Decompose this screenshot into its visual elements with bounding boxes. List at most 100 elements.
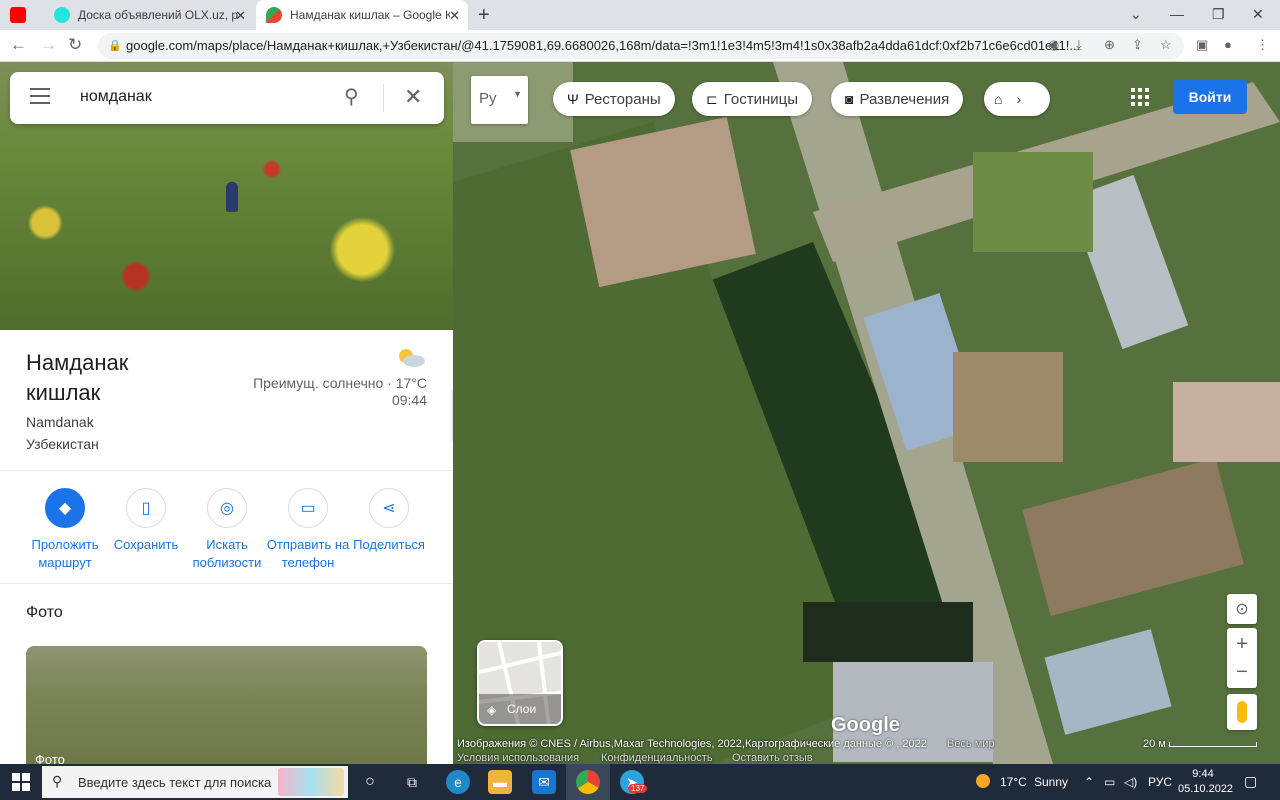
send-to-phone-button[interactable]: ▭ Отправить на телефон	[265, 488, 351, 572]
new-tab-button[interactable]: +	[478, 4, 490, 27]
divider	[0, 583, 453, 584]
world-link[interactable]: Весь мир	[947, 738, 995, 750]
directions-icon: ◆	[45, 488, 85, 528]
minimize-icon[interactable]: —	[1170, 6, 1184, 22]
youtube-icon	[10, 7, 26, 23]
language-selector[interactable]: Ру ▼	[471, 76, 528, 124]
language-label: Ру	[479, 90, 497, 107]
mail-icon[interactable]: ✉	[532, 770, 556, 794]
privacy-link[interactable]: Конфиденциальность	[601, 752, 713, 764]
directions-button[interactable]: ◆ Проложить маршрут	[22, 488, 108, 572]
close-tab-icon[interactable]: ✕	[235, 8, 246, 24]
place-panel: номданак ⚲ ✕ Намданак кишлак Namdanak Уз…	[0, 62, 453, 764]
windows-start-icon[interactable]	[12, 773, 30, 791]
location-icon[interactable]: ◉	[1048, 37, 1059, 53]
zoom-in-icon[interactable]: +	[1236, 630, 1248, 658]
weather-time: 09:44	[391, 392, 427, 408]
pegman-icon	[1237, 701, 1247, 723]
zoom-icon[interactable]: ⊕	[1104, 37, 1115, 53]
volume-icon[interactable]: ◁)	[1124, 775, 1137, 789]
search-nearby-button[interactable]: ◎ Искать поблизости	[184, 488, 270, 572]
feedback-link[interactable]: Оставить отзыв	[732, 752, 813, 764]
file-explorer-icon[interactable]: ▬	[488, 770, 512, 794]
weather-text: Преимущ. солнечно · 17°C	[253, 375, 427, 391]
tray-language[interactable]: РУС	[1148, 775, 1172, 789]
task-view-icon[interactable]: ⧉	[400, 770, 424, 794]
restore-icon[interactable]: ❐	[1212, 6, 1225, 23]
taskbar-clock[interactable]: 9:44 05.10.2022	[1178, 767, 1234, 797]
chevron-down-icon: ▼	[513, 89, 522, 99]
apps-grid-icon[interactable]	[1131, 88, 1149, 106]
back-icon[interactable]: ←	[10, 35, 27, 55]
save-button[interactable]: ▯ Сохранить	[103, 488, 189, 554]
place-country: Узбекистан	[26, 436, 99, 452]
share-icon[interactable]: ⇪	[1132, 37, 1143, 53]
photos-header: Фото	[26, 604, 63, 621]
tab-youtube[interactable]	[0, 0, 40, 30]
menu-dots-icon[interactable]: ⋮	[1256, 37, 1269, 53]
chip-label: Гостиницы	[723, 90, 798, 108]
sidepanel-icon[interactable]: ▣	[1196, 37, 1208, 53]
olx-icon	[54, 7, 70, 23]
google-maps-icon	[266, 7, 282, 23]
tray-weather[interactable]: Sunny	[1034, 775, 1068, 789]
layers-button[interactable]: ◈ Слои	[477, 640, 563, 726]
divider	[0, 470, 453, 471]
photo-thumbnail[interactable]: Фото	[26, 646, 427, 764]
tab-olx[interactable]: Доска объявлений OLX.uz, рабо ✕	[44, 0, 254, 30]
clock-date: 05.10.2022	[1178, 783, 1234, 795]
share-button[interactable]: ⋖ Поделиться	[346, 488, 432, 554]
terms-link[interactable]: Условия использования	[457, 752, 579, 764]
taskbar-search-placeholder: Введите здесь текст для поиска	[78, 775, 272, 790]
cortana-icon[interactable]: ○	[358, 770, 382, 794]
street-view-pegman[interactable]	[1227, 694, 1257, 730]
tab-title: Доска объявлений OLX.uz, рабо	[78, 8, 238, 22]
close-window-icon[interactable]: ✕	[1252, 6, 1264, 23]
address-bar[interactable]: 🔒 google.com/maps/place/Намданак+кишлак,…	[98, 33, 1184, 59]
partly-sunny-icon	[399, 349, 425, 367]
install-icon[interactable]: ⤓	[1076, 37, 1082, 53]
url-text: google.com/maps/place/Намданак+кишлак,+У…	[126, 38, 1081, 53]
nearby-icon: ◎	[207, 488, 247, 528]
tray-temperature[interactable]: 17°C	[1000, 775, 1027, 789]
imagery-attribution: Изображения © CNES / Airbus,Maxar Techno…	[457, 738, 927, 750]
edge-icon[interactable]: e	[446, 770, 470, 794]
chrome-icon[interactable]	[576, 770, 600, 794]
chip-hotels[interactable]: ⊏ Гостиницы	[692, 82, 812, 116]
chip-restaurants[interactable]: Ψ Рестораны	[553, 82, 675, 116]
chip-entertainment[interactable]: ◙ Развлечения	[831, 82, 964, 116]
reload-icon[interactable]: ↻	[68, 35, 82, 55]
search-icon[interactable]: ⚲	[344, 84, 359, 109]
close-tab-icon[interactable]: ✕	[449, 8, 460, 24]
tab-search-icon[interactable]: ⌄	[1130, 6, 1142, 23]
tab-google-maps[interactable]: Намданак кишлак – Google Карт ✕	[256, 0, 468, 30]
notifications-icon[interactable]: ▢	[1244, 773, 1257, 790]
share-icon: ⋖	[369, 488, 409, 528]
scale-label[interactable]: 20 м	[1143, 738, 1166, 750]
layers-stack-icon: ◈	[487, 703, 497, 717]
fork-knife-icon: Ψ	[567, 91, 579, 107]
search-highlight-image	[278, 768, 344, 796]
chip-more[interactable]: ⌂ ›	[984, 82, 1050, 116]
zoom-out-icon[interactable]: −	[1236, 658, 1248, 686]
close-icon[interactable]: ✕	[404, 84, 422, 110]
search-input[interactable]: номданак	[80, 88, 152, 106]
windows-taskbar: ⚲ Введите здесь текст для поиска ○ ⧉ e ▬…	[0, 764, 1280, 800]
hamburger-menu-icon[interactable]	[30, 88, 50, 106]
chevron-right-icon[interactable]: ›	[1016, 91, 1021, 107]
browser-toolbar: ← → ↻ 🔒 google.com/maps/place/Намданак+к…	[0, 30, 1280, 62]
bookmark-star-icon[interactable]: ☆	[1160, 37, 1172, 53]
taskbar-search[interactable]: ⚲ Введите здесь текст для поиска	[42, 766, 348, 798]
save-label: Сохранить	[113, 537, 179, 552]
my-location-button[interactable]: ⊙	[1227, 594, 1257, 624]
satellite-map[interactable]: Ру ▼ Ψ Рестораны ⊏ Гостиницы ◙ Развлечен…	[453, 62, 1280, 764]
profile-icon[interactable]: ●	[1224, 37, 1232, 52]
sign-in-button[interactable]: Войти	[1173, 80, 1247, 114]
forward-icon[interactable]: →	[40, 35, 57, 55]
bed-icon: ⊏	[706, 90, 718, 107]
chip-label: Рестораны	[584, 90, 661, 108]
scale-bar	[1169, 742, 1257, 747]
network-icon[interactable]: ▭	[1104, 775, 1115, 789]
sun-icon	[976, 774, 990, 788]
tray-chevron-up-icon[interactable]: ⌃	[1084, 775, 1094, 789]
